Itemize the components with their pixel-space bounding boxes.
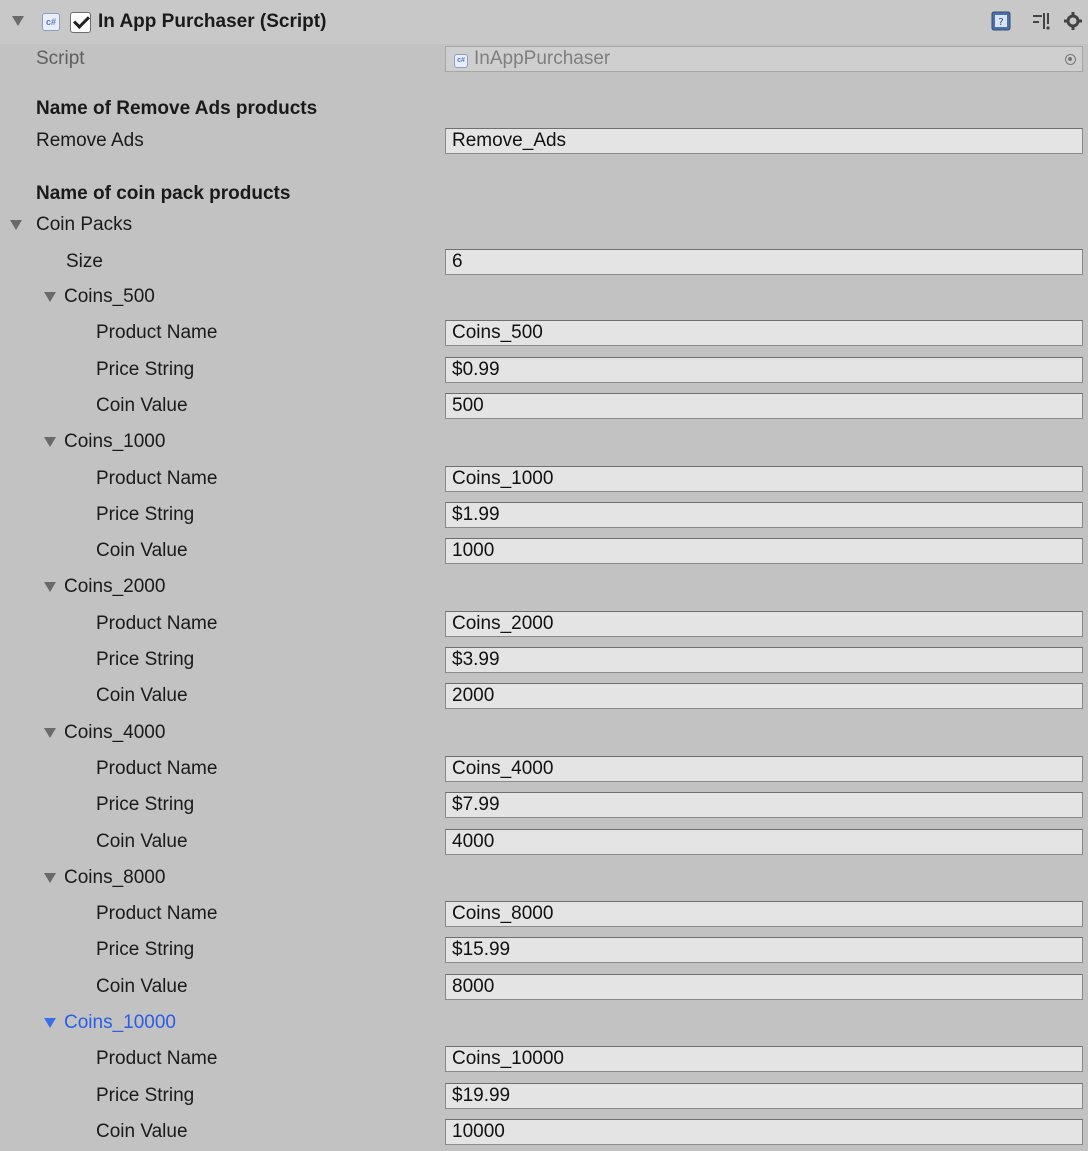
coin-value-field[interactable]: 2000	[445, 683, 1083, 710]
coin-pack-price-string-row: Price String $19.99	[0, 1079, 1088, 1115]
size-row: Size 6	[0, 245, 1088, 281]
coin-pack-price-string-row: Price String $0.99	[0, 353, 1088, 389]
remove-ads-label: Remove Ads	[36, 130, 144, 151]
coin-pack-name: Coins_10000	[64, 1012, 176, 1033]
price-string-field[interactable]: $0.99	[445, 356, 1083, 383]
coin-value-label: Coin Value	[96, 830, 188, 852]
product-name-label: Product Name	[96, 1048, 218, 1070]
price-string-label: Price String	[96, 1084, 195, 1106]
coin-pack-foldout[interactable]: Coins_8000	[0, 861, 1088, 897]
foldout-arrow-icon[interactable]	[12, 16, 24, 26]
coin-pack-coin-value-row: Coin Value 10000	[0, 1115, 1088, 1151]
coin-pack-coin-value-row: Coin Value 4000	[0, 825, 1088, 861]
coin-pack-coin-value-row: Coin Value 8000	[0, 970, 1088, 1006]
coin-value-field[interactable]: 8000	[445, 973, 1083, 1000]
coin-pack-price-string-row: Price String $7.99	[0, 788, 1088, 824]
price-string-field[interactable]: $1.99	[445, 501, 1083, 528]
coin-pack-price-string-row: Price String $15.99	[0, 933, 1088, 969]
coin-packs-foldout[interactable]: Coin Packs	[0, 208, 1088, 244]
size-label: Size	[66, 251, 103, 272]
coin-value-field[interactable]: 4000	[445, 828, 1083, 855]
product-name-field[interactable]: Coins_1000	[445, 465, 1083, 492]
script-asset-icon: c#	[454, 54, 468, 68]
enabled-checkbox[interactable]	[70, 12, 91, 33]
coin-value-field[interactable]: 10000	[445, 1118, 1083, 1145]
coin-value-label: Coin Value	[96, 394, 188, 416]
coin-value-label: Coin Value	[96, 540, 188, 562]
coin-value-label: Coin Value	[96, 975, 188, 997]
coin-packs-header: Name of coin pack products	[36, 183, 291, 204]
coin-pack-product-name-row: Product Name Coins_500	[0, 316, 1088, 352]
coin-value-field[interactable]: 1000	[445, 538, 1083, 565]
svg-text:?: ?	[998, 17, 1003, 28]
coin-pack-foldout[interactable]: Coins_4000	[0, 716, 1088, 752]
coin-pack-product-name-row: Product Name Coins_2000	[0, 607, 1088, 643]
script-field-value: InAppPurchaser	[474, 48, 611, 69]
coin-pack-name: Coins_4000	[64, 721, 166, 743]
coin-pack-name: Coins_2000	[64, 576, 166, 598]
price-string-field[interactable]: $15.99	[445, 937, 1083, 964]
coin-pack-product-name-row: Product Name Coins_10000	[0, 1042, 1088, 1078]
coin-pack-product-name-row: Product Name Coins_8000	[0, 897, 1088, 933]
product-name-field[interactable]: Coins_2000	[445, 610, 1083, 637]
object-picker-icon[interactable]	[1065, 54, 1076, 65]
price-string-label: Price String	[96, 939, 195, 961]
foldout-arrow-icon[interactable]	[44, 582, 56, 593]
script-row: Script InAppPurchaser c#	[0, 42, 1088, 78]
coin-pack-coin-value-row: Coin Value 500	[0, 389, 1088, 425]
coin-value-field[interactable]: 500	[445, 392, 1083, 419]
foldout-arrow-icon[interactable]	[44, 872, 56, 883]
product-name-field[interactable]: Coins_8000	[445, 901, 1083, 928]
coin-value-label: Coin Value	[96, 1120, 188, 1142]
coin-pack-foldout[interactable]: Coins_10000	[0, 1006, 1088, 1042]
preset-icon[interactable]	[1030, 10, 1052, 32]
product-name-label: Product Name	[96, 322, 218, 344]
product-name-field[interactable]: Coins_500	[445, 320, 1083, 347]
price-string-label: Price String	[96, 794, 195, 816]
foldout-arrow-icon[interactable]	[44, 292, 56, 302]
coin-pack-product-name-row: Product Name Coins_1000	[0, 462, 1088, 498]
remove-ads-field[interactable]: Remove_Ads	[445, 128, 1083, 154]
price-string-field[interactable]: $3.99	[445, 647, 1083, 673]
coin-pack-price-string-row: Price String $1.99	[0, 498, 1088, 534]
remove-ads-header: Name of Remove Ads products	[36, 98, 318, 119]
coin-pack-name: Coins_500	[64, 286, 155, 307]
price-string-label: Price String	[96, 649, 195, 670]
product-name-label: Product Name	[96, 757, 218, 779]
help-book-icon[interactable]: ?	[990, 10, 1012, 32]
foldout-arrow-icon[interactable]	[10, 220, 22, 230]
remove-ads-header-row: Name of Remove Ads products	[0, 92, 1088, 128]
product-name-label: Product Name	[96, 612, 218, 634]
price-string-field[interactable]: $19.99	[445, 1082, 1083, 1109]
price-string-label: Price String	[96, 503, 195, 525]
foldout-arrow-icon[interactable]	[44, 437, 56, 448]
foldout-arrow-icon[interactable]	[44, 1018, 56, 1028]
script-label: Script	[36, 48, 85, 69]
foldout-arrow-icon[interactable]	[44, 727, 56, 738]
coin-pack-name: Coins_1000	[64, 431, 166, 453]
product-name-field[interactable]: Coins_10000	[445, 1046, 1083, 1073]
coin-pack-foldout[interactable]: Coins_1000	[0, 425, 1088, 461]
coin-pack-product-name-row: Product Name Coins_4000	[0, 752, 1088, 788]
price-string-label: Price String	[96, 358, 195, 380]
script-field: InAppPurchaser	[445, 46, 1083, 72]
coin-pack-coin-value-row: Coin Value 1000	[0, 534, 1088, 570]
component-title: In App Purchaser (Script)	[98, 11, 327, 32]
csharp-script-icon: c#	[42, 13, 60, 31]
component-header: c# In App Purchaser (Script) ?	[0, 0, 1088, 44]
coin-pack-foldout[interactable]: Coins_2000	[0, 570, 1088, 606]
size-field[interactable]: 6	[445, 249, 1083, 275]
coin-packs-label: Coin Packs	[36, 214, 133, 235]
gear-icon[interactable]	[1062, 10, 1084, 32]
product-name-field[interactable]: Coins_4000	[445, 755, 1083, 782]
price-string-field[interactable]: $7.99	[445, 792, 1083, 819]
coin-pack-name: Coins_8000	[64, 866, 166, 888]
remove-ads-row: Remove Ads Remove_Ads	[0, 124, 1088, 160]
product-name-label: Product Name	[96, 467, 218, 489]
coin-pack-coin-value-row: Coin Value 2000	[0, 679, 1088, 715]
product-name-label: Product Name	[96, 903, 218, 925]
coin-pack-foldout[interactable]: Coins_500	[0, 280, 1088, 316]
coin-pack-price-string-row: Price String $3.99	[0, 643, 1088, 679]
coin-value-label: Coin Value	[96, 685, 188, 707]
